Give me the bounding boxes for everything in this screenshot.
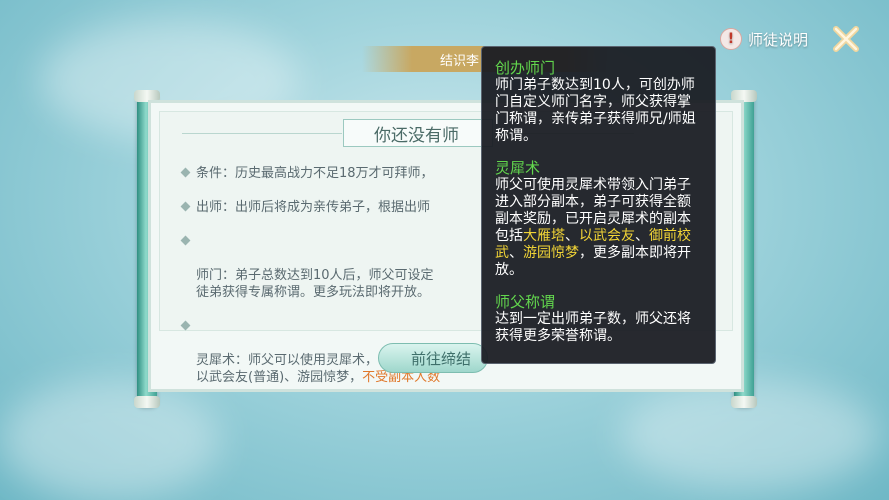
dungeon-name: 大雁塔: [523, 228, 565, 244]
go-establish-button[interactable]: 前往缔结: [378, 343, 488, 373]
tooltip-section: 创办师门 师门弟子数达到10人，可创办师门自定义师门名字，师父获得掌门称谓，亲传…: [495, 59, 703, 145]
go-establish-label: 前往缔结: [411, 349, 472, 368]
tooltip-section: 师父称谓 达到一定出师弟子数，师父还将获得更多荣誉称谓。: [495, 293, 703, 345]
tooltip-section-title: 灵犀术: [495, 159, 541, 177]
separator: 、: [635, 228, 649, 244]
dungeon-name: 以武会友: [579, 228, 635, 244]
tooltip-section-body: 师门弟子数达到10人，可创办师门自定义师门名字，师父获得掌门称谓，亲传弟子获得师…: [495, 77, 696, 144]
exclamation-icon: !: [720, 28, 742, 50]
diamond-bullet-icon: [180, 320, 191, 331]
rule-text: 条件：历史最高战力不足18万才可拜师，: [196, 166, 434, 181]
diamond-bullet-icon: [180, 167, 191, 178]
help-tooltip: 创办师门 师门弟子数达到10人，可创办师门自定义师门名字，师父获得掌门称谓，亲传…: [481, 46, 716, 364]
rule-text: 师门：弟子总数达到10人后，师父可设定 徒弟获得专属称谓。更多玩法即将开放。: [196, 268, 434, 300]
title-divider: [182, 133, 342, 134]
tooltip-section-title: 师父称谓: [495, 293, 556, 311]
separator: 、: [509, 245, 523, 261]
help-label: 师徒说明: [748, 30, 809, 49]
rule-text: 出师：出师后将成为亲传弟子，根据出师: [196, 200, 431, 215]
panel-title: 你还没有师: [343, 119, 493, 147]
diamond-bullet-icon: [180, 201, 191, 212]
diamond-bullet-icon: [180, 235, 191, 246]
tooltip-section-body: 师父可使用灵犀术带领入门弟子进入部分副本，弟子可获得全额副本奖励，已开启灵犀术的…: [495, 177, 703, 279]
close-button[interactable]: [830, 23, 862, 55]
help-button[interactable]: ! 师徒说明: [720, 26, 808, 52]
dungeon-name: 游园惊梦: [523, 245, 579, 261]
tooltip-section: 灵犀术 师父可使用灵犀术带领入门弟子进入部分副本，弟子可获得全额副本奖励，已开启…: [495, 159, 703, 279]
tooltip-section-title: 创办师门: [495, 59, 556, 77]
panel-title-text: 你还没有师: [374, 125, 459, 146]
game-screen: 结识李 ! 师徒说明 你还没有师 条件：历史最高战力不足18万才可拜师， 出师：…: [0, 0, 889, 500]
separator: 、: [565, 228, 579, 244]
close-icon: [833, 26, 859, 52]
top-tab-label: 结识李: [440, 53, 480, 69]
tooltip-section-body: 达到一定出师弟子数，师父还将获得更多荣誉称谓。: [495, 311, 691, 344]
